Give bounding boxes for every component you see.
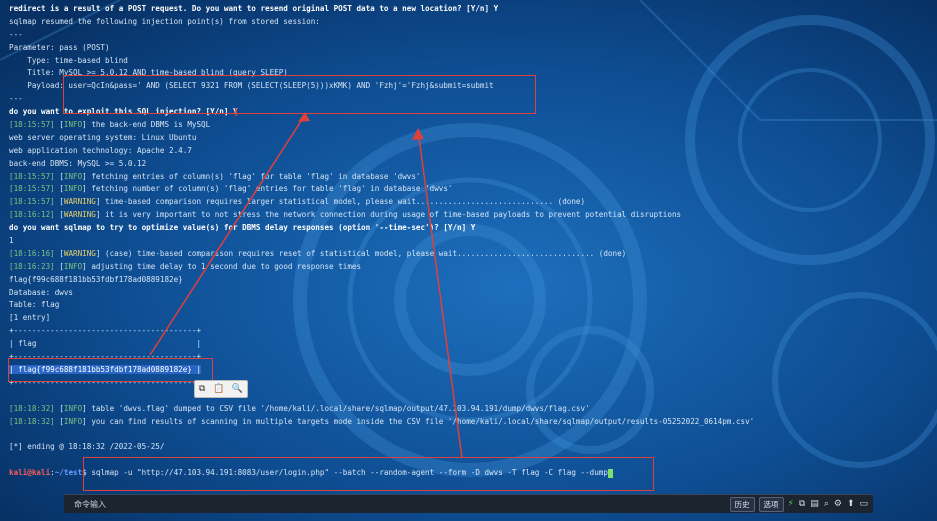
- arrow-up-icon[interactable]: ⬆: [847, 499, 855, 509]
- paste-icon[interactable]: ▤: [810, 499, 819, 509]
- copy-icon[interactable]: ⧉: [199, 384, 205, 394]
- search-icon[interactable]: ⌕: [824, 499, 829, 509]
- history-button[interactable]: 历史: [729, 496, 755, 512]
- bolt-icon[interactable]: ⚡: [788, 499, 794, 509]
- gear-icon[interactable]: ⚙: [834, 499, 842, 509]
- command-input-bar: 命令输入 历史 选项 ⚡ ⧉ ▤ ⌕ ⚙ ⬆ ▭: [64, 494, 873, 513]
- selection-popup-toolbar: ⧉ 📋 🔍: [194, 380, 248, 398]
- annotation-arrows: [149, 108, 463, 459]
- copy-icon[interactable]: ⧉: [799, 499, 805, 509]
- window-icon[interactable]: ▭: [859, 499, 868, 509]
- search-icon[interactable]: 🔍: [232, 384, 243, 394]
- paste-icon[interactable]: 📋: [213, 384, 224, 394]
- options-button[interactable]: 选项: [758, 496, 784, 512]
- command-input[interactable]: 命令输入: [64, 499, 730, 510]
